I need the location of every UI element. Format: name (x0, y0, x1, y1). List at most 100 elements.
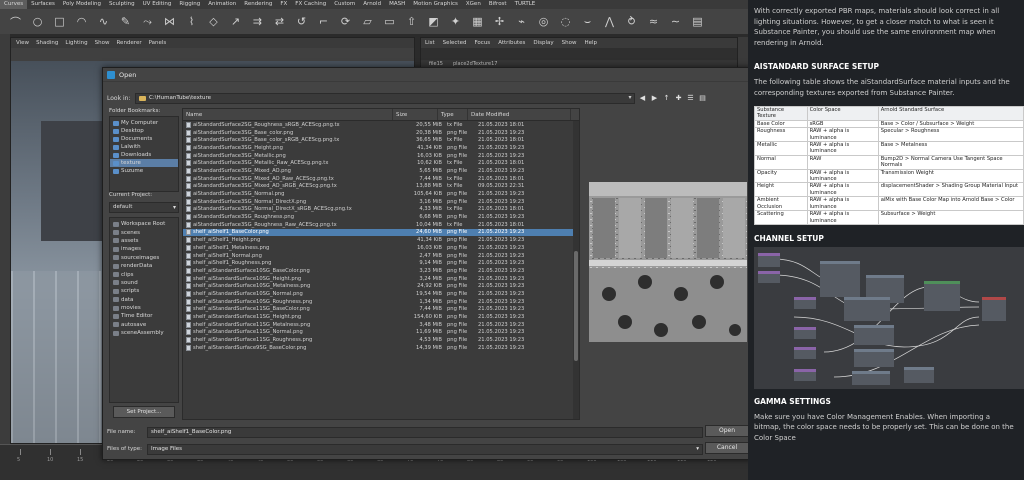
column-header-type[interactable]: Type (438, 109, 468, 120)
file-row[interactable]: aiStandardSurface3SG_Roughness_Raw_ACESc… (183, 221, 579, 229)
bookmark-item[interactable]: Suzume (110, 167, 178, 175)
project-folder-item[interactable]: scripts (110, 287, 178, 295)
open-button[interactable]: Open (705, 425, 749, 437)
shelf-tab[interactable]: Bifrost (485, 0, 511, 9)
reverse-curve-icon[interactable]: ⇄ (270, 12, 289, 31)
shelf-tab[interactable]: UV Editing (139, 0, 176, 9)
shelf-tab[interactable]: Animation (204, 0, 240, 9)
file-row[interactable]: shelf_aiShelf1_Height.png 41,34 KiB png Fi… (183, 236, 579, 244)
offset-curve-icon[interactable]: ⇉ (248, 12, 267, 31)
hypershade-menu-item[interactable]: Focus (474, 38, 490, 48)
viewport-menu-item[interactable]: Show (95, 38, 110, 48)
bezier-icon[interactable]: ⤳ (138, 12, 157, 31)
viewport-menu-item[interactable]: Renderer (116, 38, 141, 48)
wire-icon[interactable]: ⌁ (512, 12, 531, 31)
project-folder-item[interactable]: scenes (110, 228, 178, 236)
back-icon[interactable]: ◀ (638, 94, 647, 103)
flare-icon[interactable]: ⋀ (600, 12, 619, 31)
project-folder-item[interactable]: sound (110, 279, 178, 287)
cancel-button[interactable]: Cancel (705, 442, 749, 454)
hypershade-menu-item[interactable]: Selected (443, 38, 467, 48)
file-row[interactable]: shelf_aiShelf1_BaseColor.png 24,60 MiB png… (183, 228, 579, 237)
file-row[interactable]: shelf_aiStandardSurface10SG_BaseColor.pn… (183, 267, 579, 275)
detach-curves-icon[interactable]: ⌇ (182, 12, 201, 31)
hypershade-menu-item[interactable]: Attributes (498, 38, 525, 48)
file-row[interactable]: aiStandardSurface3SG_Metallic_Raw_ACEScg… (183, 159, 579, 167)
file-row[interactable]: aiStandardSurface3SG_Normal.png 105,64 Ki… (183, 190, 579, 198)
look-in-combobox[interactable]: C:\HumanTube\texture ▾ (135, 92, 635, 104)
bevel-icon[interactable]: ◩ (424, 12, 443, 31)
bookmark-item[interactable]: texture (110, 159, 178, 167)
shelf-tab[interactable]: Curves (0, 0, 28, 9)
file-row[interactable]: shelf_aiShelf1_Normal.png 2,47 MiB png Fil… (183, 252, 579, 260)
forward-icon[interactable]: ▶ (650, 94, 659, 103)
fillet-icon[interactable]: ⌐ (314, 12, 333, 31)
hypershade-menu-item[interactable]: Help (584, 38, 597, 48)
shelf-tab[interactable]: Sculpting (105, 0, 139, 9)
planar-icon[interactable]: ▭ (380, 12, 399, 31)
loft-icon[interactable]: ▱ (358, 12, 377, 31)
hypershade-menu-item[interactable]: List (425, 38, 435, 48)
shelf-tab[interactable]: FX Caching (291, 0, 330, 9)
file-row[interactable]: shelf_aiStandardSurface10SG_Roughness.pn… (183, 298, 579, 306)
shelf-tab[interactable]: XGen (462, 0, 485, 9)
file-row[interactable]: aiStandardSurface3SG_Base_color.png 20,38… (183, 129, 579, 137)
file-row[interactable]: shelf_aiShelf1_Roughness.png 9,14 MiB png … (183, 259, 579, 267)
wave-icon[interactable]: ≈ (644, 12, 663, 31)
sine-icon[interactable]: ∼ (666, 12, 685, 31)
viewport-menu-item[interactable]: Shading (36, 38, 58, 48)
project-folder-item[interactable]: images (110, 245, 178, 253)
file-row[interactable]: shelf_aiStandardSurface10SG_Normal.png 19… (183, 290, 579, 298)
file-row[interactable]: shelf_aiStandardSurface10SG_Height.png 3,… (183, 275, 579, 283)
wrap-icon[interactable]: ◎ (534, 12, 553, 31)
bookmark-item[interactable]: Downloads (110, 151, 178, 159)
shelf-tab[interactable]: TURTLE (511, 0, 540, 9)
viewport-menu-item[interactable]: View (16, 38, 29, 48)
viewport-menu-item[interactable]: Panels (149, 38, 167, 48)
soft-mod-icon[interactable]: ◌ (556, 12, 575, 31)
file-row[interactable]: aiStandardSurface3SG_Height.png 41,34 KiB… (183, 144, 579, 152)
file-row[interactable]: shelf_aiStandardSurface10SG_Metalness.pn… (183, 282, 579, 290)
file-row[interactable]: aiStandardSurface2SG_Roughness_sRGB_ACES… (183, 121, 579, 129)
bend-icon[interactable]: ⌣ (578, 12, 597, 31)
pencil-curve-icon[interactable]: ✎ (116, 12, 135, 31)
bookmark-item[interactable]: Documents (110, 135, 178, 143)
bookmark-item[interactable]: Desktop (110, 127, 178, 135)
project-folder-item[interactable]: Time Editor (110, 312, 178, 320)
column-header-size[interactable]: Size (393, 109, 438, 120)
arc-icon[interactable]: ◠ (72, 12, 91, 31)
cluster-icon[interactable]: ✢ (490, 12, 509, 31)
hypershade-menu-item[interactable]: Display (533, 38, 553, 48)
ep-curve-icon[interactable]: ∿ (94, 12, 113, 31)
extrude-icon[interactable]: ⇧ (402, 12, 421, 31)
file-row[interactable]: shelf_aiShelf1_Metalness.png 16,03 KiB png… (183, 244, 579, 252)
shelf-tab[interactable]: Surfaces (27, 0, 59, 9)
project-folder-item[interactable]: clips (110, 270, 178, 278)
project-folder-item[interactable]: movies (110, 304, 178, 312)
file-type-select[interactable]: Image Files ▾ (147, 443, 703, 455)
list-view-icon[interactable]: ☰ (686, 94, 695, 103)
file-row[interactable]: shelf_aiStandardSurface11SG_Metalness.pn… (183, 321, 579, 329)
bookmark-item[interactable]: My Computer (110, 119, 178, 127)
attach-curves-icon[interactable]: ⋈ (160, 12, 179, 31)
file-row[interactable]: aiStandardSurface3SG_Normal_DirectX_sRGB… (183, 206, 579, 214)
extend-curve-icon[interactable]: ↗ (226, 12, 245, 31)
shelf-tab[interactable]: Rigging (175, 0, 204, 9)
curve-cv-icon[interactable]: ⌒ (6, 12, 25, 31)
project-folder-item[interactable]: renderData (110, 262, 178, 270)
file-row[interactable]: shelf_aiStandardSurface11SG_Height.png 15… (183, 313, 579, 321)
project-folder-item[interactable]: assets (110, 237, 178, 245)
new-folder-icon[interactable]: ✚ (674, 94, 683, 103)
detail-view-icon[interactable]: ▤ (698, 94, 707, 103)
project-folder-item[interactable]: autosave (110, 321, 178, 329)
file-row[interactable]: shelf_aiStandardSurface11SG_Roughness.pn… (183, 336, 579, 344)
current-project-select[interactable]: default ▾ (109, 202, 179, 213)
file-row[interactable]: shelf_aiStandardSurface9SG_BaseColor.png… (183, 344, 579, 352)
project-folder-item[interactable]: data (110, 296, 178, 304)
file-name-input[interactable] (147, 426, 703, 438)
file-row[interactable]: shelf_aiStandardSurface11SG_Normal.png 11… (183, 329, 579, 337)
file-row[interactable]: aiStandardSurface3SG_Metallic.png 16,03 K… (183, 152, 579, 160)
project-folder-item[interactable]: Workspace Root (110, 220, 178, 228)
revolve-icon[interactable]: ⟳ (336, 12, 355, 31)
column-header-date[interactable]: Date Modified (468, 109, 571, 120)
